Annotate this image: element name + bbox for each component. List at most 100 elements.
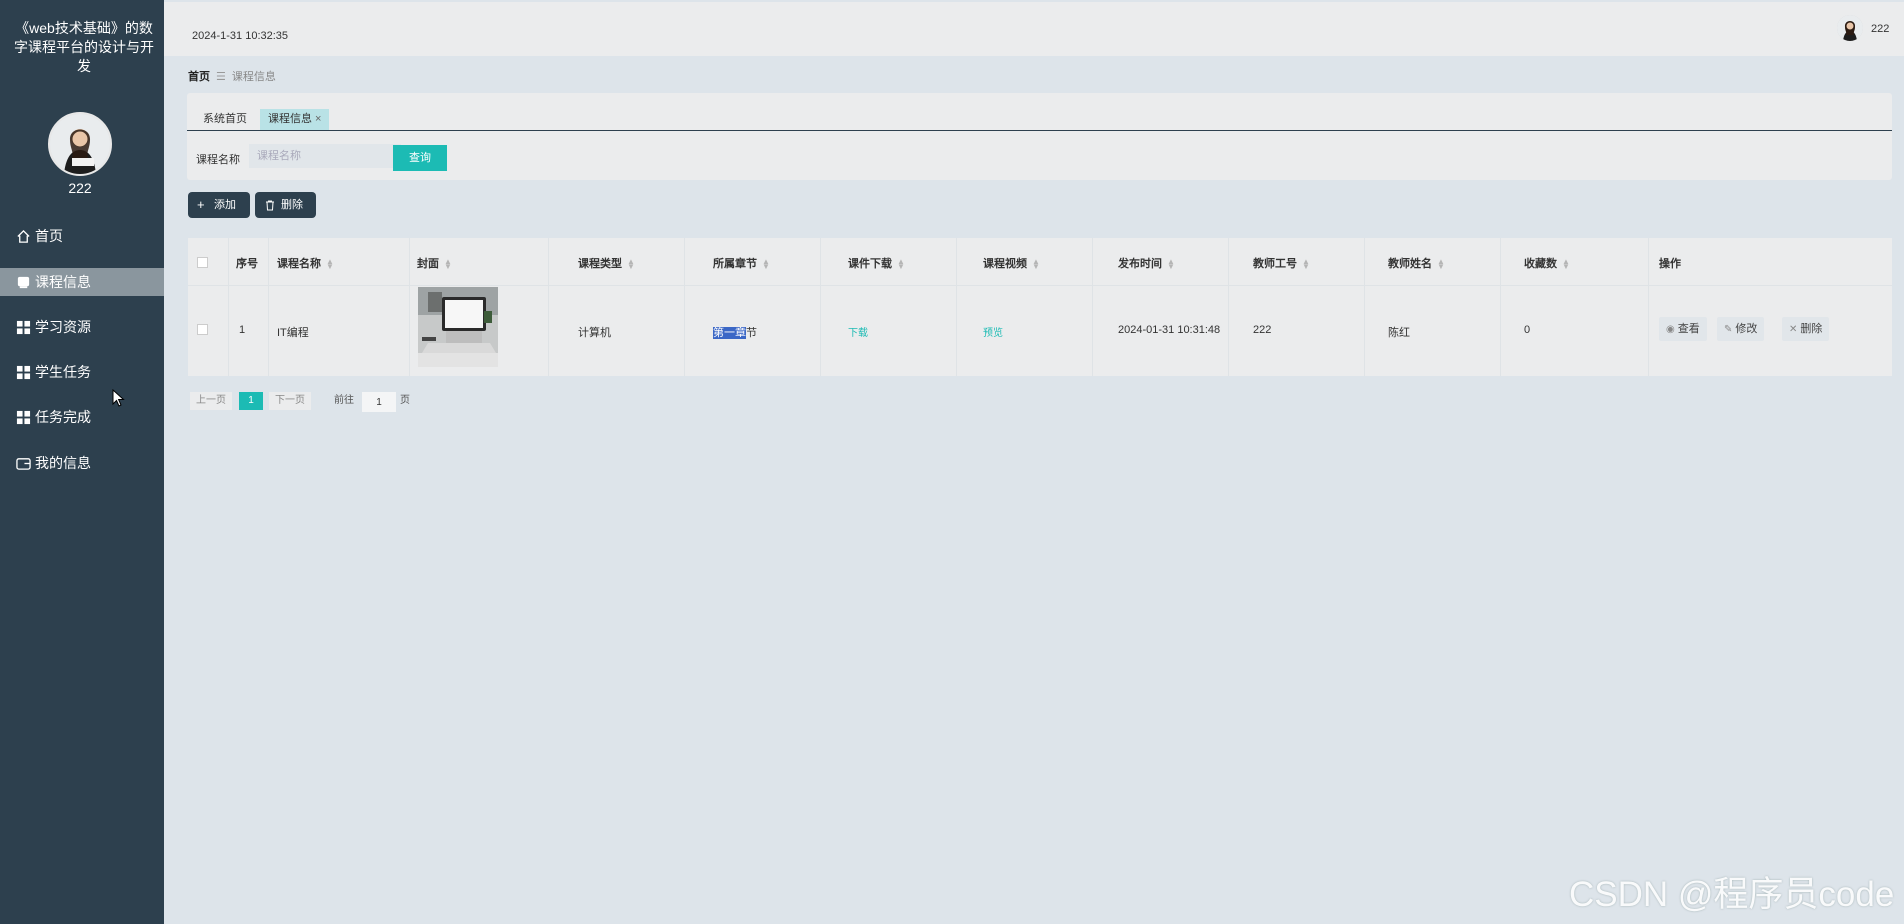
column-header-video[interactable]: 课程视频 ▲ ▼ (983, 255, 1040, 271)
sort-icon[interactable]: ▲ ▼ (326, 258, 334, 271)
course-table: 序号 课程名称 ▲ ▼ 封面 ▲ ▼ 课程类型 ▲ ▼ 所属章节 ▲ ▼ 课件下载 ▲ ▼ 课程视频… (188, 238, 1892, 376)
sidebar-item-home[interactable]: 首页 (0, 222, 164, 250)
sidebar-item-task-completion[interactable]: 任务完成 (0, 403, 164, 431)
sort-icon[interactable]: ▲ ▼ (627, 258, 635, 271)
avatar-image (1837, 15, 1863, 41)
sort-icon[interactable]: ▲ ▼ (1562, 258, 1570, 271)
row-checkbox[interactable] (197, 324, 208, 335)
column-header-teacher-name[interactable]: 教师姓名 ▲ ▼ (1388, 255, 1445, 271)
breadcrumb-home[interactable]: 首页 (188, 71, 210, 83)
column-header-favorites[interactable]: 收藏数 ▲ ▼ (1524, 255, 1570, 271)
header-username[interactable]: 222 (1871, 23, 1889, 35)
course-icon (17, 276, 30, 289)
breadcrumb-current: 课程信息 (231, 71, 276, 83)
column-header-label: 课程名称 (277, 258, 321, 270)
column-header-chapter[interactable]: 所属章节 ▲ ▼ (713, 255, 770, 271)
column-header-label: 发布时间 (1118, 258, 1162, 270)
view-button-label: 查看 (1677, 323, 1700, 335)
column-header-download[interactable]: 课件下载 ▲ ▼ (848, 255, 905, 271)
tabs-divider (187, 130, 1892, 131)
sort-icon[interactable]: ▲ ▼ (1167, 258, 1175, 271)
cell-teacher-name: 陈红 (1388, 327, 1410, 339)
cell-course-name: IT编程 (277, 327, 309, 339)
sidebar-item-learning-resources[interactable]: 学习资源 (0, 313, 164, 341)
view-button[interactable]: ◉ 查看 (1659, 317, 1707, 341)
sidebar: 《web技术基础》的数字课程平台的设计与开发 222 首页 课程信息 学习资源 … (0, 0, 164, 924)
grid-icon (16, 320, 31, 335)
column-divider (228, 238, 229, 376)
cell-chapter: 第一章节 (713, 324, 757, 340)
column-header-label: 课件下载 (848, 258, 892, 270)
select-all-checkbox[interactable] (197, 257, 208, 268)
chapter-rest-text: 节 (746, 327, 757, 339)
search-label: 课程名称 (196, 154, 240, 166)
header-avatar[interactable] (1837, 15, 1863, 41)
column-header-course-type[interactable]: 课程类型 ▲ ▼ (578, 255, 635, 271)
header-datetime: 2024-1-31 10:32:35 (192, 30, 289, 42)
breadcrumb: 首页 ☰ 课程信息 (188, 68, 276, 84)
column-header-cover[interactable]: 封面 ▲ ▼ (417, 255, 452, 271)
sidebar-item-course-info[interactable]: 课程信息 (0, 268, 164, 296)
column-header-label: 操作 (1659, 258, 1681, 270)
mouse-cursor-icon (112, 389, 125, 407)
add-button[interactable]: + 添加 (188, 192, 250, 218)
sidebar-username: 222 (68, 180, 92, 196)
sort-icon[interactable]: ▲ ▼ (1437, 258, 1445, 271)
sort-icon[interactable]: ▲ ▼ (762, 258, 770, 271)
column-header-label: 教师姓名 (1388, 258, 1432, 270)
query-button[interactable]: 查询 (393, 145, 447, 171)
wallet-icon (16, 458, 31, 470)
row-delete-button[interactable]: ✕ 删除 (1782, 317, 1830, 341)
column-divider (1364, 238, 1365, 376)
column-divider (684, 238, 685, 376)
search-input[interactable] (249, 144, 401, 168)
avatar-image (50, 114, 110, 174)
row-delete-button-label: 删除 (1800, 323, 1823, 335)
sort-icon[interactable]: ▲ ▼ (897, 258, 905, 271)
column-divider (1228, 238, 1229, 376)
close-icon[interactable]: × (315, 113, 321, 125)
sort-icon[interactable]: ▲ ▼ (444, 258, 452, 271)
sort-icon[interactable]: ▲ ▼ (1302, 258, 1310, 271)
pagination-goto-label: 前往 (334, 395, 354, 406)
tab-system-home[interactable]: 系统首页 (195, 109, 255, 130)
sidebar-item-my-info[interactable]: 我的信息 (0, 449, 164, 477)
edit-button[interactable]: ✎ 修改 (1717, 317, 1765, 341)
cell-index: 1 (239, 324, 246, 336)
pagination-next-button[interactable]: 下一页 (269, 392, 311, 410)
column-divider (1648, 238, 1649, 376)
tab-label: 系统首页 (203, 113, 247, 125)
column-divider (548, 238, 549, 376)
course-cover-image[interactable] (418, 287, 498, 367)
sidebar-item-label: 我的信息 (35, 455, 91, 471)
pagination-page-1[interactable]: 1 (239, 392, 263, 410)
cell-course-type: 计算机 (578, 327, 611, 339)
pagination-prev-button[interactable]: 上一页 (190, 392, 232, 410)
column-header-label: 教师工号 (1253, 258, 1297, 270)
column-header-course-name[interactable]: 课程名称 ▲ ▼ (277, 255, 334, 271)
grid-icon (16, 365, 31, 380)
sort-icon[interactable]: ▲ ▼ (1032, 258, 1040, 271)
column-header-publish-time[interactable]: 发布时间 ▲ ▼ (1118, 255, 1175, 271)
delete-button[interactable]: 删除 (255, 192, 316, 218)
search-panel: 系统首页 课程信息× 课程名称 查询 (187, 93, 1892, 180)
sidebar-item-label: 学生任务 (35, 364, 91, 380)
download-link[interactable]: 下载 (848, 324, 868, 339)
column-header-teacher-id[interactable]: 教师工号 ▲ ▼ (1253, 255, 1310, 271)
avatar[interactable] (48, 112, 112, 176)
column-divider (1500, 238, 1501, 376)
grid-icon (16, 410, 31, 425)
add-button-label: 添加 (214, 199, 236, 211)
sidebar-item-student-tasks[interactable]: 学生任务 (0, 358, 164, 386)
sidebar-item-label: 课程信息 (35, 274, 91, 290)
cell-publish-time: 2024-01-31 10:31:48 (1118, 324, 1221, 336)
video-preview-link[interactable]: 预览 (983, 324, 1003, 339)
column-header-label: 课程视频 (983, 258, 1027, 270)
cell-teacher-id: 222 (1253, 324, 1272, 336)
delete-button-label: 删除 (281, 199, 303, 211)
pagination-page-input[interactable] (362, 392, 396, 412)
plus-icon: + (197, 197, 205, 212)
tab-course-info[interactable]: 课程信息 × (260, 109, 330, 130)
column-header-label: 收藏数 (1524, 258, 1557, 270)
column-header-label: 序号 (236, 258, 258, 270)
